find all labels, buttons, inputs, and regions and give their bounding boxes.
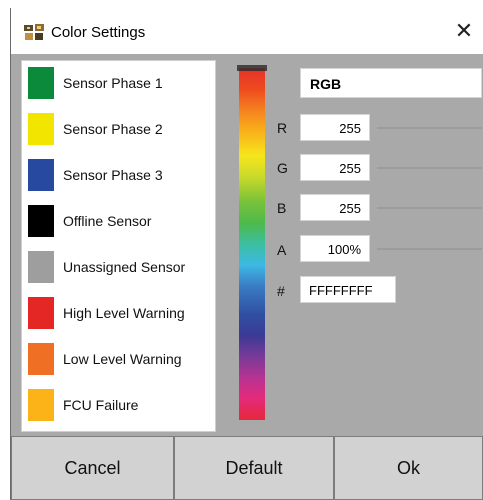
background-strip bbox=[0, 0, 483, 8]
legend-label: Sensor Phase 3 bbox=[63, 167, 163, 183]
hex-value-input[interactable]: FFFFFFFF bbox=[300, 276, 396, 303]
cancel-button[interactable]: Cancel bbox=[11, 436, 174, 500]
legend-label: FCU Failure bbox=[63, 397, 139, 413]
app-icon bbox=[24, 24, 44, 40]
color-swatch bbox=[28, 159, 54, 191]
default-button[interactable]: Default bbox=[174, 436, 334, 500]
legend-label: High Level Warning bbox=[63, 305, 185, 321]
red-slider[interactable] bbox=[377, 127, 482, 129]
green-value-input[interactable]: 255 bbox=[300, 154, 370, 181]
channel-label-r: R bbox=[277, 120, 288, 136]
color-swatch bbox=[28, 67, 54, 99]
color-swatch bbox=[28, 205, 54, 237]
legend-label: Low Level Warning bbox=[63, 351, 182, 367]
legend-label: Offline Sensor bbox=[63, 213, 152, 229]
channel-label-b: B bbox=[277, 200, 287, 216]
legend-item-sensor-phase-1[interactable]: Sensor Phase 1 bbox=[28, 67, 212, 99]
legend-item-sensor-phase-3[interactable]: Sensor Phase 3 bbox=[28, 159, 212, 191]
color-mode-select[interactable]: RGB bbox=[300, 68, 482, 98]
color-legend-panel: Sensor Phase 1 Sensor Phase 2 Sensor Pha… bbox=[21, 60, 216, 432]
color-swatch bbox=[28, 389, 54, 421]
color-swatch bbox=[28, 297, 54, 329]
legend-item-fcu-failure[interactable]: FCU Failure bbox=[28, 389, 212, 421]
hex-label: # bbox=[277, 283, 285, 299]
legend-item-low-level-warning[interactable]: Low Level Warning bbox=[28, 343, 212, 375]
hue-spectrum-slider[interactable] bbox=[237, 65, 267, 420]
legend-label: Unassigned Sensor bbox=[63, 259, 186, 275]
ok-button[interactable]: Ok bbox=[334, 436, 483, 500]
alpha-slider[interactable] bbox=[377, 248, 482, 250]
hue-slider-handle[interactable] bbox=[237, 65, 267, 71]
color-swatch bbox=[28, 343, 54, 375]
window-title: Color Settings bbox=[51, 24, 146, 41]
blue-slider[interactable] bbox=[377, 207, 482, 209]
legend-label: Sensor Phase 1 bbox=[63, 75, 163, 91]
legend-item-high-level-warning[interactable]: High Level Warning bbox=[28, 297, 212, 329]
close-icon[interactable]: ✕ bbox=[451, 18, 477, 44]
legend-item-sensor-phase-2[interactable]: Sensor Phase 2 bbox=[28, 113, 212, 145]
legend-item-unassigned-sensor[interactable]: Unassigned Sensor bbox=[28, 251, 212, 283]
channel-label-g: G bbox=[277, 160, 288, 176]
legend-label: Sensor Phase 2 bbox=[63, 121, 163, 137]
color-settings-dialog: Color Settings ✕ Sensor Phase 1 Sensor P… bbox=[10, 8, 483, 500]
channel-label-a: A bbox=[277, 242, 287, 258]
color-swatch bbox=[28, 251, 54, 283]
blue-value-input[interactable]: 255 bbox=[300, 194, 370, 221]
title-bar[interactable]: Color Settings ✕ bbox=[11, 8, 483, 54]
color-swatch bbox=[28, 113, 54, 145]
red-value-input[interactable]: 255 bbox=[300, 114, 370, 141]
legend-item-offline-sensor[interactable]: Offline Sensor bbox=[28, 205, 212, 237]
alpha-value-input[interactable]: 100% bbox=[300, 235, 370, 262]
green-slider[interactable] bbox=[377, 167, 482, 169]
